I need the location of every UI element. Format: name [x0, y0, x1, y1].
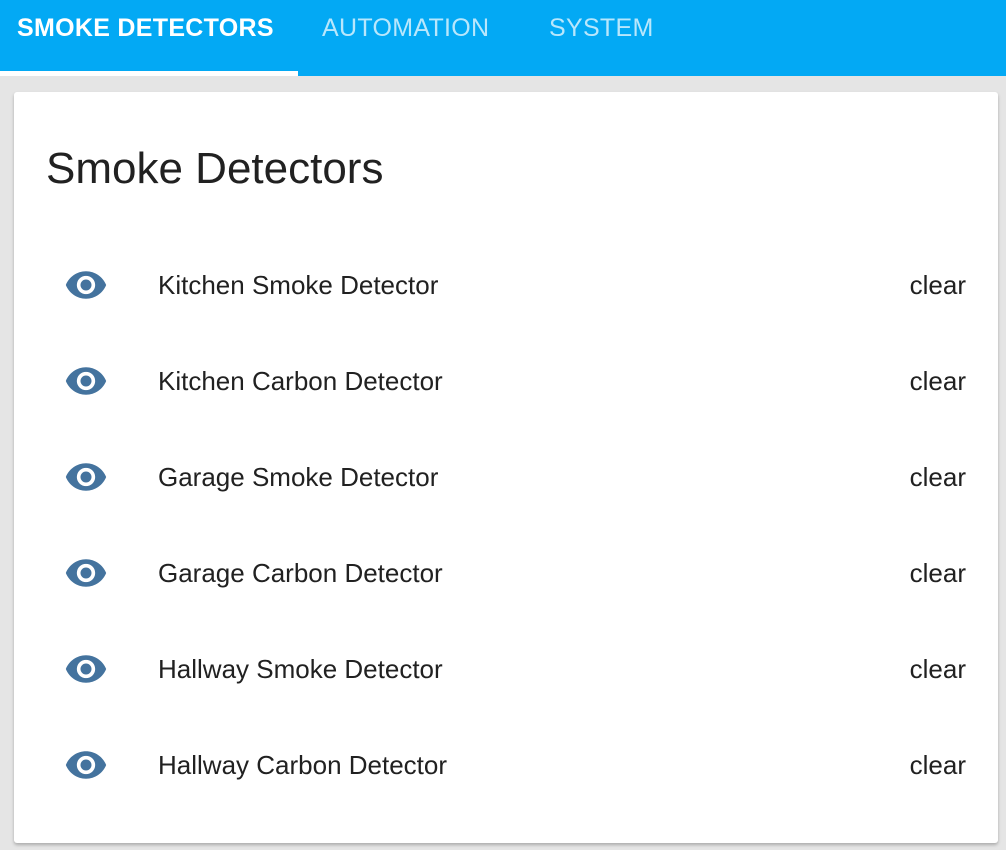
- tab-bar: SMOKE DETECTORS AUTOMATION SYSTEM: [0, 0, 1006, 76]
- entity-row-garage-carbon[interactable]: Garage Carbon Detector clear: [14, 525, 998, 621]
- tab-automation[interactable]: AUTOMATION: [322, 0, 489, 76]
- entity-name: Garage Smoke Detector: [158, 462, 439, 492]
- entity-state: clear: [909, 750, 966, 780]
- entity-row-kitchen-carbon[interactable]: Kitchen Carbon Detector clear: [14, 333, 998, 429]
- entity-state: clear: [909, 366, 966, 396]
- eye-icon: [65, 367, 107, 395]
- eye-icon: [65, 463, 107, 491]
- entity-state: clear: [909, 270, 966, 300]
- eye-icon: [65, 751, 107, 779]
- eye-icon: [65, 271, 107, 299]
- entity-row-kitchen-smoke[interactable]: Kitchen Smoke Detector clear: [14, 237, 998, 333]
- active-tab-indicator: [0, 71, 298, 76]
- tab-smoke-detectors[interactable]: SMOKE DETECTORS: [17, 0, 274, 76]
- entity-state: clear: [909, 462, 966, 492]
- entity-state: clear: [909, 558, 966, 588]
- entity-name: Kitchen Smoke Detector: [158, 270, 439, 300]
- entity-row-garage-smoke[interactable]: Garage Smoke Detector clear: [14, 429, 998, 525]
- entity-name: Hallway Smoke Detector: [158, 654, 443, 684]
- entity-state: clear: [909, 654, 966, 684]
- smoke-detectors-card: Smoke Detectors Kitchen Smoke Detector c…: [14, 92, 998, 843]
- eye-icon: [65, 559, 107, 587]
- entity-row-hallway-smoke[interactable]: Hallway Smoke Detector clear: [14, 621, 998, 717]
- card-title: Smoke Detectors: [46, 144, 384, 193]
- tab-system[interactable]: SYSTEM: [549, 0, 654, 76]
- entity-row-hallway-carbon[interactable]: Hallway Carbon Detector clear: [14, 717, 998, 813]
- eye-icon: [65, 655, 107, 683]
- entity-name: Kitchen Carbon Detector: [158, 366, 443, 396]
- entity-name: Garage Carbon Detector: [158, 558, 443, 588]
- entity-name: Hallway Carbon Detector: [158, 750, 448, 780]
